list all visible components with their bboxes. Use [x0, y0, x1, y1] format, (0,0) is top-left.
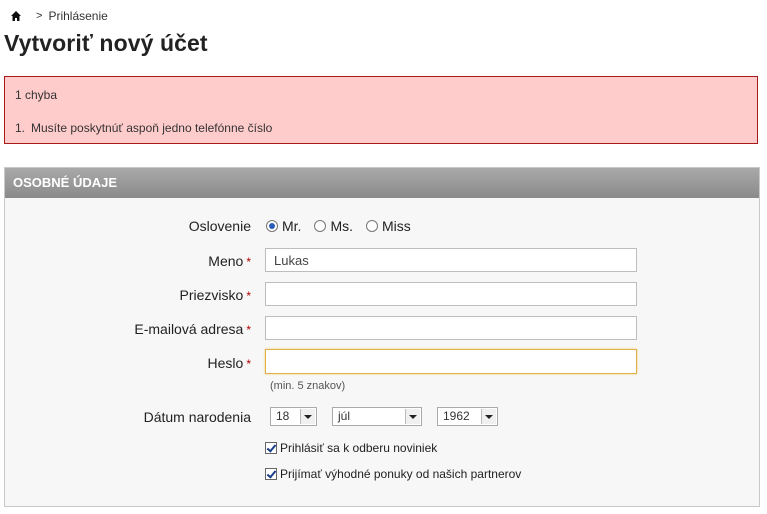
- error-count: 1 chyba: [15, 88, 58, 102]
- birthdate-year-select[interactable]: 1962: [437, 407, 498, 426]
- radio-miss-label: Miss: [382, 218, 411, 234]
- last-name-label: Priezvisko *: [180, 287, 251, 303]
- error-box: 1 chyba 1. Musíte poskytnúť aspoň jedno t…: [4, 76, 758, 144]
- salutation-option-miss[interactable]: Miss: [366, 218, 411, 234]
- email-input[interactable]: [265, 316, 637, 340]
- first-name-label-text: Meno: [208, 253, 244, 269]
- partner-offers-checkbox[interactable]: [265, 468, 277, 480]
- chevron-down-icon: [481, 409, 496, 424]
- password-input[interactable]: [265, 349, 637, 374]
- error-list: 1. Musíte poskytnúť aspoň jedno telefónne…: [15, 121, 272, 135]
- radio-ms-label: Ms.: [330, 218, 354, 234]
- required-marker: *: [246, 357, 251, 371]
- last-name-label-text: Priezvisko: [179, 287, 244, 303]
- password-label-text: Heslo: [207, 355, 244, 371]
- error-item-text: Musíte poskytnúť aspoň jedno telefónne č…: [31, 121, 273, 135]
- email-label: E-mailová adresa *: [134, 321, 251, 337]
- error-item: 1. Musíte poskytnúť aspoň jedno telefónne…: [15, 121, 272, 135]
- breadcrumb-current: Prihlásenie: [48, 9, 108, 23]
- required-marker: *: [246, 255, 251, 269]
- salutation-label: Oslovenie: [188, 218, 251, 234]
- radio-ms[interactable]: [314, 220, 327, 232]
- radio-miss[interactable]: [366, 220, 379, 232]
- first-name-input[interactable]: [265, 248, 637, 272]
- birthdate-label: Dátum narodenia: [143, 409, 251, 425]
- required-marker: *: [246, 323, 251, 337]
- first-name-label: Meno *: [208, 253, 251, 269]
- personal-data-panel: OSOBNÉ ÚDAJE Oslovenie Mr. Ms. Miss Meno…: [4, 167, 760, 507]
- newsletter-row[interactable]: Prihlásiť sa k odberu noviniek: [265, 441, 437, 455]
- birthdate-month-value: júl: [338, 409, 351, 423]
- birthdate-day-select[interactable]: 18: [270, 407, 317, 426]
- breadcrumb-separator: >: [36, 10, 43, 22]
- home-icon[interactable]: [10, 10, 22, 22]
- radio-mr-label: Mr.: [282, 218, 302, 234]
- salutation-radio-group: Mr. Ms. Miss: [266, 218, 424, 234]
- partner-offers-label: Prijímať výhodné ponuky od našich partne…: [280, 467, 522, 481]
- salutation-option-ms[interactable]: Ms.: [314, 218, 353, 234]
- radio-mr[interactable]: [266, 220, 278, 232]
- email-label-text: E-mailová adresa: [134, 321, 244, 337]
- newsletter-checkbox[interactable]: [265, 442, 277, 454]
- birthdate-month-select[interactable]: júl: [332, 407, 422, 426]
- birthdate-year-value: 1962: [443, 409, 470, 423]
- chevron-down-icon: [300, 409, 315, 424]
- breadcrumb: > Prihlásenie: [10, 8, 108, 24]
- partner-offers-row[interactable]: Prijímať výhodné ponuky od našich partne…: [265, 467, 521, 481]
- newsletter-label: Prihlásiť sa k odberu noviniek: [280, 441, 438, 455]
- required-marker: *: [246, 289, 251, 303]
- chevron-down-icon: [405, 409, 420, 424]
- birthdate-day-value: 18: [276, 409, 290, 423]
- salutation-option-mr[interactable]: Mr.: [266, 218, 301, 234]
- page-title: Vytvoriť nový účet: [4, 30, 208, 56]
- last-name-input[interactable]: [265, 282, 637, 306]
- password-label: Heslo *: [208, 355, 251, 371]
- error-item-number: 1.: [15, 121, 26, 135]
- password-hint: (min. 5 znakov): [270, 380, 346, 392]
- panel-header: OSOBNÉ ÚDAJE: [5, 168, 759, 198]
